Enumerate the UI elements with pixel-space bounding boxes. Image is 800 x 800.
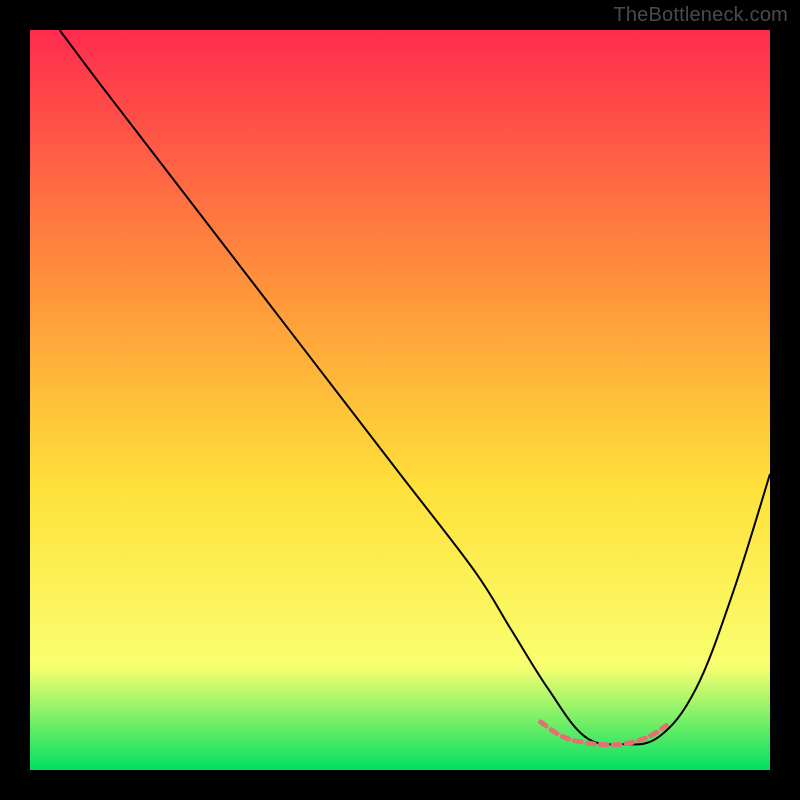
bottleneck-chart <box>30 30 770 770</box>
watermark-text: TheBottleneck.com <box>613 4 788 27</box>
plot-background <box>30 30 770 770</box>
chart-container: TheBottleneck.com <box>0 0 800 800</box>
